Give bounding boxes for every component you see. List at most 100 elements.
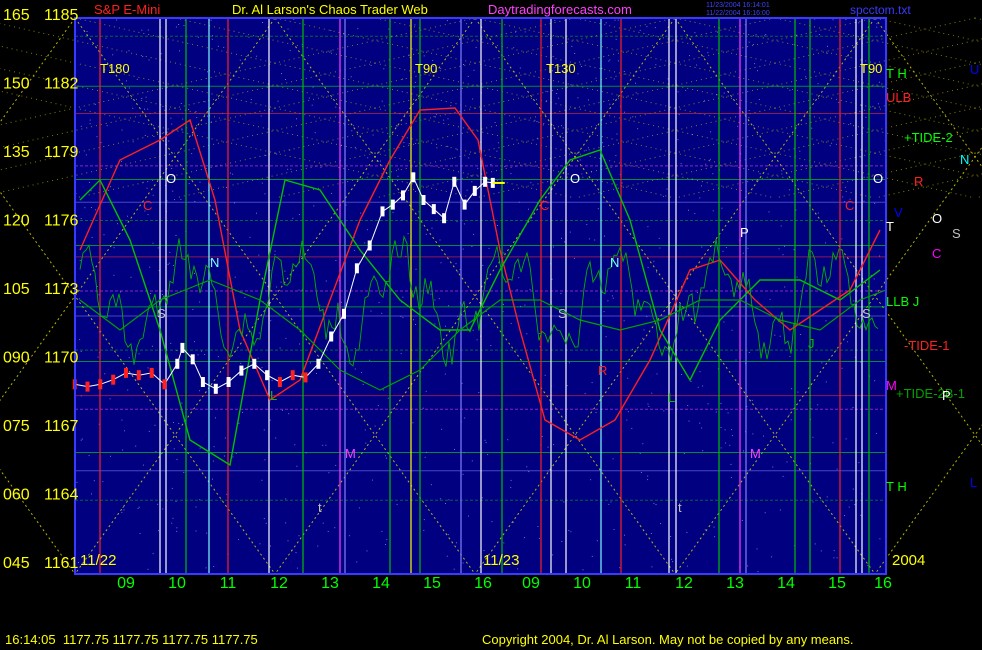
star-dot [172, 422, 174, 423]
price-bar [239, 365, 244, 376]
star-dot [602, 142, 604, 144]
price-bar [111, 374, 116, 385]
star-dot [226, 187, 228, 188]
star-dot [771, 556, 773, 558]
star-dot [372, 134, 374, 136]
star-dot [287, 168, 289, 170]
star-dot [414, 24, 416, 26]
star-dot [274, 254, 276, 256]
star-dot [786, 461, 788, 463]
planet-mark: S [157, 306, 166, 321]
star-dot [456, 542, 457, 544]
star-dot [454, 448, 456, 450]
star-dot [818, 34, 820, 35]
star-dot [424, 456, 426, 458]
price-bar [316, 358, 321, 369]
star-dot [110, 455, 111, 457]
star-dot [397, 175, 399, 177]
star-dot [587, 147, 589, 149]
star-dot [261, 367, 263, 369]
star-dot [586, 224, 588, 226]
y-axis-price-label: 1167 [44, 418, 79, 435]
star-dot [415, 143, 417, 144]
star-dot [556, 93, 558, 94]
star-dot [666, 188, 668, 190]
planet-mark: t [678, 500, 682, 515]
star-dot [624, 534, 625, 536]
site-title: Dr. Al Larson's Chaos Trader Web [232, 2, 428, 17]
price-bar [411, 172, 416, 183]
y-axis-left-label: 120 [3, 213, 30, 230]
x-axis-hour-label: 14 [777, 575, 795, 592]
star-dot [852, 488, 854, 490]
star-dot [694, 213, 696, 215]
y-axis-left-label: 165 [3, 7, 30, 24]
star-dot [226, 493, 228, 495]
star-dot [361, 372, 363, 373]
star-dot [181, 402, 183, 404]
star-dot [178, 24, 180, 25]
star-dot [811, 127, 813, 129]
star-dot [137, 507, 139, 509]
star-dot [265, 522, 267, 524]
star-dot [207, 115, 208, 117]
star-dot [613, 78, 615, 80]
price-bar [213, 383, 218, 394]
star-dot [724, 429, 726, 431]
star-dot [276, 153, 278, 155]
star-dot [503, 303, 504, 305]
y-axis-price-label: 1182 [44, 76, 79, 93]
star-dot [314, 132, 316, 134]
star-dot [438, 298, 440, 300]
star-dot [743, 450, 744, 452]
star-dot [408, 143, 410, 145]
star-dot [430, 484, 432, 486]
star-dot [461, 382, 463, 384]
star-dot [447, 534, 449, 536]
star-dot [490, 345, 492, 346]
star-dot [621, 182, 623, 184]
star-dot [292, 217, 294, 219]
star-dot [615, 38, 617, 40]
star-dot [642, 337, 644, 339]
star-dot [814, 543, 816, 545]
planet-mark: R [598, 363, 607, 378]
star-dot [491, 521, 493, 523]
star-dot [483, 550, 485, 551]
star-dot [595, 77, 597, 79]
star-dot [471, 181, 473, 183]
star-dot [153, 136, 155, 137]
date-label-1: 11/22 [80, 552, 116, 569]
star-dot [148, 430, 150, 432]
star-dot [680, 163, 682, 165]
star-dot [269, 419, 271, 421]
price-bar [226, 377, 231, 387]
instrument-label: S&P E-Mini [94, 2, 160, 17]
star-dot [377, 405, 379, 407]
star-dot [756, 548, 758, 550]
x-axis-hour-label: 11 [625, 575, 642, 592]
star-dot [328, 472, 330, 474]
star-dot [697, 386, 699, 388]
star-dot [526, 466, 528, 468]
price-bar [303, 372, 308, 383]
star-dot [725, 442, 727, 444]
star-dot [561, 125, 562, 127]
star-dot [274, 250, 276, 252]
star-dot [833, 550, 835, 552]
star-dot [707, 403, 709, 405]
x-axis-hour-label: 13 [726, 575, 744, 592]
star-dot [825, 320, 827, 322]
star-dot [542, 124, 544, 126]
star-dot [685, 89, 687, 91]
star-dot [844, 515, 845, 517]
star-dot [678, 114, 680, 115]
star-dot [468, 157, 470, 159]
right-label: ULB [886, 90, 911, 105]
planet-mark: C [143, 198, 152, 213]
star-dot [561, 237, 562, 239]
star-dot [765, 34, 767, 36]
star-dot [91, 493, 92, 495]
star-dot [662, 195, 664, 197]
star-dot [619, 567, 621, 569]
